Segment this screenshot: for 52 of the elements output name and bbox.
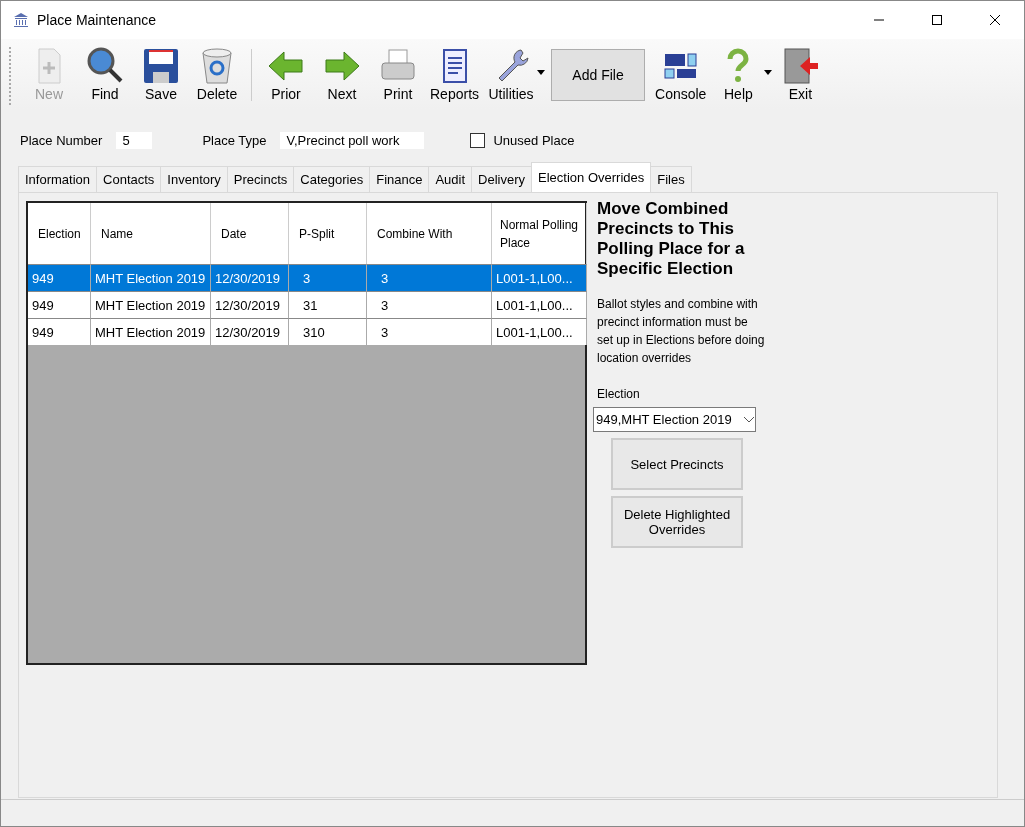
tab[interactable]: Election Overrides (531, 162, 652, 192)
table-cell: L001-1,L00... (492, 264, 587, 291)
place-type-field[interactable]: V,Precinct poll work (280, 131, 425, 149)
table-cell: 310 (289, 318, 367, 345)
add-file-button[interactable]: Add File (551, 49, 646, 101)
unused-place-checkbox[interactable] (470, 132, 486, 148)
toolbar-button[interactable]: Find (77, 44, 133, 108)
tab[interactable]: Information (18, 166, 98, 192)
unused-place-label: Unused Place (493, 132, 575, 148)
toolbar-button[interactable]: Delete (189, 44, 245, 108)
table-cell: 12/30/2019 (211, 291, 289, 318)
window-title: Place Maintenance (37, 12, 158, 28)
building-icon (13, 12, 29, 28)
election-dropdown[interactable]: 949,MHT Election 2019 (593, 407, 756, 432)
tab[interactable]: Files (650, 166, 692, 192)
toolbar-button[interactable]: Exit (772, 44, 829, 108)
place-number-label: Place Number (20, 132, 103, 148)
section-heading: Move Combined Precincts to This Polling Place for a Specific Election (597, 199, 746, 279)
place-type-label: Place Type (202, 132, 267, 148)
table-cell: MHT Election 2019 (91, 264, 211, 291)
instruction-text: Ballot styles and combine with precinct information must be set up in Elections before doing location overrides (597, 296, 766, 367)
table-cell: 3 (367, 264, 492, 291)
table-cell: L001-1,L00... (492, 318, 587, 345)
table-cell: 949 (28, 291, 91, 318)
election-label: Election (597, 387, 641, 401)
toolbar-button[interactable]: Reports (426, 44, 484, 108)
toolbar-button[interactable]: Help (710, 44, 767, 108)
toolbar-button[interactable]: Print (370, 44, 426, 108)
table-cell: 12/30/2019 (211, 318, 289, 345)
close-icon (989, 14, 1001, 26)
table-cell: 31 (289, 291, 367, 318)
chevron-down-icon (743, 415, 755, 424)
table-cell: 949 (28, 264, 91, 291)
toolbar-button[interactable]: Save (133, 44, 189, 108)
table-cell: L001-1,L00... (492, 291, 587, 318)
dropdown-caret-icon[interactable] (537, 69, 546, 75)
toolbar-button[interactable]: Utilities (483, 44, 540, 108)
place-number-field[interactable]: 5 (116, 131, 153, 149)
toolbar-button[interactable]: Next (314, 44, 370, 108)
table-cell: 3 (367, 291, 492, 318)
table-cell: MHT Election 2019 (91, 291, 211, 318)
select-precincts-button[interactable]: Select Precincts (611, 438, 743, 490)
table-cell: 12/30/2019 (211, 264, 289, 291)
table-cell: 949 (28, 318, 91, 345)
toolbar-button[interactable]: Prior (258, 44, 314, 108)
maximize-icon (931, 14, 943, 26)
table-cell: 3 (289, 264, 367, 291)
toolbar-button[interactable]: Console (651, 44, 711, 108)
table-cell: MHT Election 2019 (91, 318, 211, 345)
table-cell: 3 (367, 318, 492, 345)
dropdown-caret-icon[interactable] (764, 69, 773, 75)
delete-overrides-button[interactable]: Delete Highlighted Overrides (611, 496, 743, 548)
